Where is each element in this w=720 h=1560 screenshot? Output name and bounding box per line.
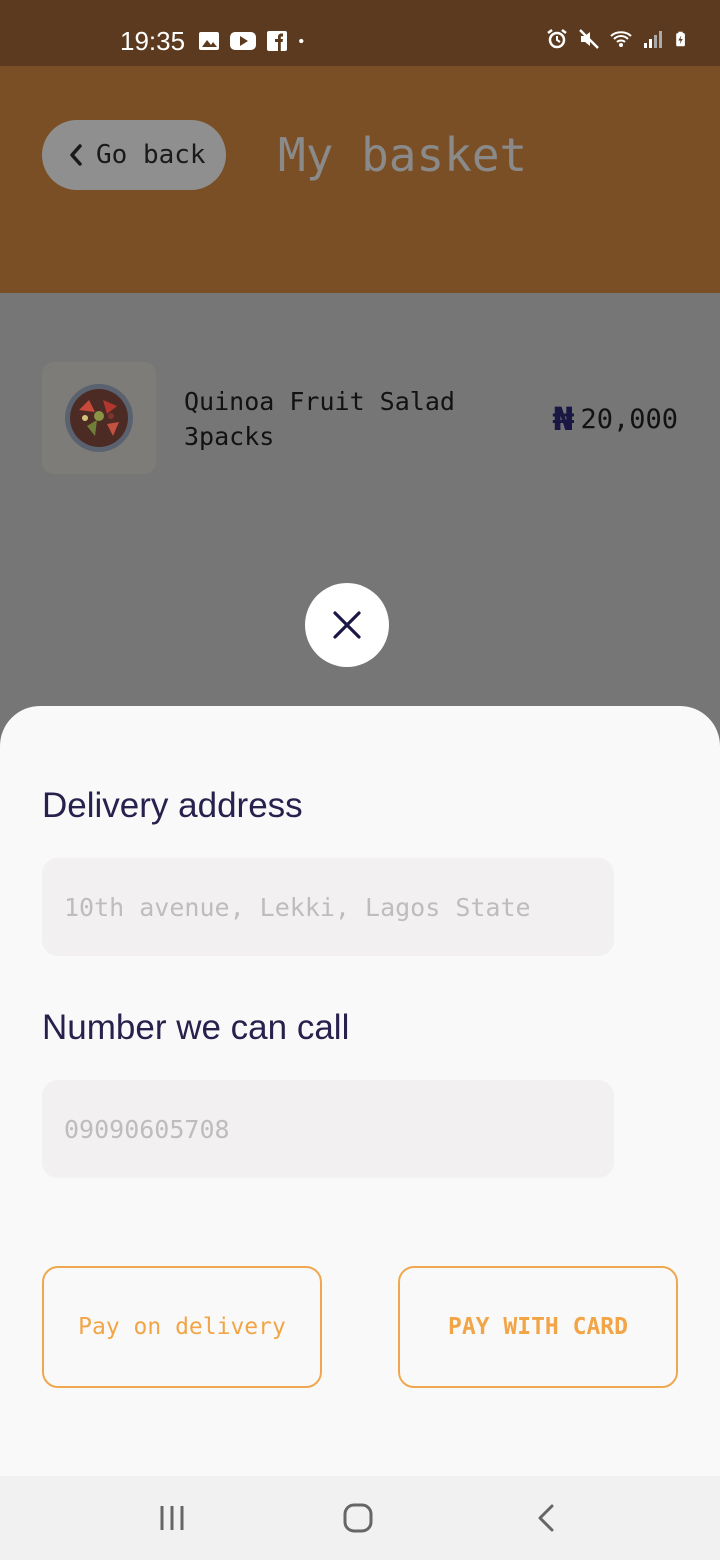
- naira-symbol: ₦: [552, 400, 575, 438]
- item-price: ₦ 20,000: [552, 400, 678, 438]
- item-quantity: 3packs: [184, 422, 275, 451]
- battery-icon: [676, 31, 685, 47]
- status-bar: 19:35: [0, 0, 720, 66]
- item-thumbnail: [42, 362, 156, 474]
- alarm-icon: [547, 29, 567, 49]
- phone-number-input[interactable]: [42, 1080, 614, 1178]
- mute-icon: [579, 29, 599, 49]
- salad-bowl-image: [65, 384, 133, 452]
- item-name: Quinoa Fruit Salad: [184, 387, 455, 416]
- facebook-icon: [267, 31, 287, 51]
- gallery-icon: [199, 32, 219, 50]
- close-icon: [333, 611, 361, 639]
- back-icon: [538, 1504, 554, 1532]
- system-back-button[interactable]: [524, 1498, 568, 1538]
- close-sheet-button[interactable]: [305, 583, 389, 667]
- delivery-address-label: Delivery address: [42, 786, 303, 825]
- notification-icons: [198, 30, 310, 52]
- go-back-label: Go back: [96, 140, 206, 170]
- chevron-left-icon: [70, 144, 82, 166]
- pay-on-delivery-button[interactable]: Pay on delivery: [42, 1266, 322, 1388]
- dot-icon: [299, 38, 304, 44]
- delivery-address-input[interactable]: [42, 858, 614, 956]
- status-time: 19:35: [120, 26, 186, 56]
- basket-item: Quinoa Fruit Salad 3packs ₦ 20,000: [42, 362, 682, 474]
- wifi-icon: [610, 31, 632, 47]
- recent-apps-icon: [160, 1506, 184, 1530]
- recent-apps-button[interactable]: [150, 1498, 194, 1538]
- pay-on-delivery-label: Pay on delivery: [78, 1314, 286, 1340]
- system-icons: [546, 28, 690, 50]
- page-title: My basket: [278, 128, 528, 182]
- go-back-button[interactable]: Go back: [42, 120, 226, 190]
- app-header: Go back My basket: [0, 66, 720, 293]
- checkout-sheet: Delivery address Number we can call Pay …: [0, 706, 720, 1476]
- pay-with-card-button[interactable]: PAY WITH CARD: [398, 1266, 678, 1388]
- home-icon: [343, 1503, 373, 1533]
- home-button[interactable]: [336, 1498, 380, 1538]
- item-name-block: Quinoa Fruit Salad 3packs: [184, 384, 484, 454]
- youtube-icon: [230, 32, 256, 50]
- pay-with-card-label: PAY WITH CARD: [447, 1314, 628, 1340]
- phone-number-label: Number we can call: [42, 1008, 350, 1047]
- item-price-value: 20,000: [580, 403, 678, 435]
- signal-icon: [644, 31, 662, 48]
- system-nav-bar: [0, 1476, 720, 1560]
